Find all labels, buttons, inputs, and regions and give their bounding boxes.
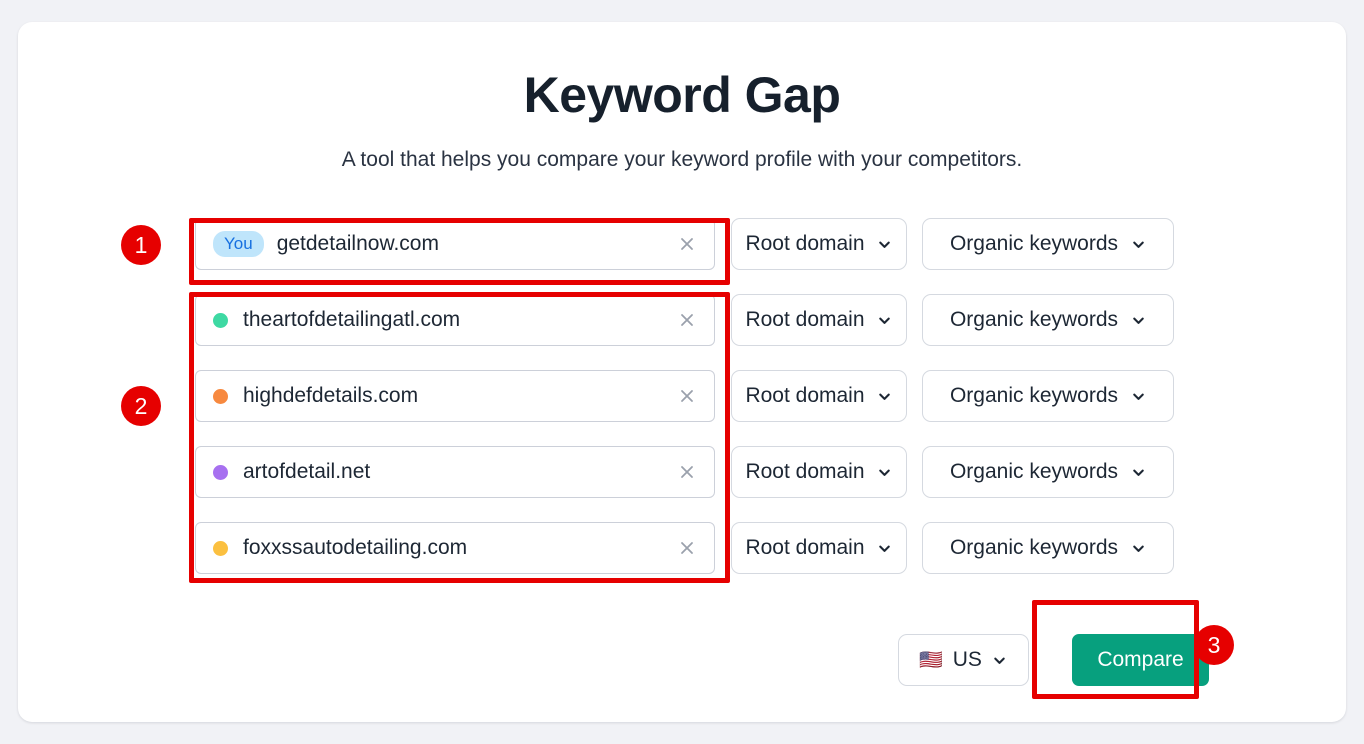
close-icon[interactable] (676, 461, 698, 483)
domain-value: theartofdetailingatl.com (243, 308, 461, 331)
scope-select-1[interactable]: Root domain (731, 294, 907, 346)
chevron-down-icon (1130, 464, 1146, 480)
chevron-down-icon (877, 312, 893, 328)
your-domain-input[interactable]: You getdetailnow.com (195, 218, 715, 270)
competitor-domain-input-4[interactable]: foxxssautodetailing.com (195, 522, 715, 574)
competitor-domain-input-3[interactable]: artofdetail.net (195, 446, 715, 498)
metric-select-label: Organic keywords (949, 232, 1119, 255)
competitor-color-dot (213, 312, 228, 328)
scope-select-0[interactable]: Root domain (731, 218, 907, 270)
scope-select-label: Root domain (745, 536, 865, 559)
competitor-domain-input-1[interactable]: theartofdetailingatl.com (195, 294, 715, 346)
domain-row: theartofdetailingatl.com Root domain Org… (195, 294, 1195, 346)
metric-select-label: Organic keywords (949, 460, 1119, 483)
close-icon[interactable] (676, 233, 698, 255)
keyword-gap-card: Keyword Gap A tool that helps you compar… (18, 22, 1346, 722)
domain-value: highdefdetails.com (243, 384, 419, 407)
chevron-down-icon (1130, 236, 1146, 252)
compare-button[interactable]: Compare (1072, 634, 1209, 686)
scope-select-label: Root domain (745, 384, 865, 407)
domain-value: artofdetail.net (243, 460, 371, 483)
domain-rows-list: You getdetailnow.com Root domain Organic… (195, 218, 1195, 598)
domain-value: foxxssautodetailing.com (243, 536, 468, 559)
metric-select-3[interactable]: Organic keywords (922, 446, 1174, 498)
you-badge: You (213, 230, 264, 258)
chevron-down-icon (877, 236, 893, 252)
country-select[interactable]: 🇺🇸 US (898, 634, 1029, 686)
page-title: Keyword Gap (523, 67, 841, 123)
domain-row: artofdetail.net Root domain Organic keyw… (195, 446, 1195, 498)
domain-row: You getdetailnow.com Root domain Organic… (195, 218, 1195, 270)
metric-select-label: Organic keywords (949, 384, 1119, 407)
competitor-color-dot (213, 540, 228, 556)
action-bar: 🇺🇸 US Compare (898, 634, 1209, 686)
chevron-down-icon (1130, 312, 1146, 328)
scope-select-label: Root domain (745, 232, 865, 255)
competitor-color-dot (213, 388, 228, 404)
competitor-color-dot (213, 464, 228, 480)
scope-select-4[interactable]: Root domain (731, 522, 907, 574)
close-icon[interactable] (676, 537, 698, 559)
metric-select-2[interactable]: Organic keywords (922, 370, 1174, 422)
metric-select-1[interactable]: Organic keywords (922, 294, 1174, 346)
chevron-down-icon (877, 464, 893, 480)
scope-select-label: Root domain (745, 308, 865, 331)
metric-select-label: Organic keywords (949, 308, 1119, 331)
scope-select-2[interactable]: Root domain (731, 370, 907, 422)
us-flag-icon: 🇺🇸 (919, 649, 943, 671)
close-icon[interactable] (676, 385, 698, 407)
metric-select-label: Organic keywords (949, 536, 1119, 559)
chevron-down-icon (1130, 540, 1146, 556)
chevron-down-icon (877, 540, 893, 556)
domain-row: highdefdetails.com Root domain Organic k… (195, 370, 1195, 422)
domain-row: foxxssautodetailing.com Root domain Orga… (195, 522, 1195, 574)
country-select-label: US (952, 648, 982, 671)
chevron-down-icon (992, 652, 1008, 668)
close-icon[interactable] (676, 309, 698, 331)
scope-select-3[interactable]: Root domain (731, 446, 907, 498)
chevron-down-icon (1130, 388, 1146, 404)
chevron-down-icon (877, 388, 893, 404)
metric-select-4[interactable]: Organic keywords (922, 522, 1174, 574)
metric-select-0[interactable]: Organic keywords (922, 218, 1174, 270)
competitor-domain-input-2[interactable]: highdefdetails.com (195, 370, 715, 422)
scope-select-label: Root domain (745, 460, 865, 483)
domain-value: getdetailnow.com (276, 232, 439, 255)
page-subtitle: A tool that helps you compare your keywo… (341, 148, 1023, 171)
